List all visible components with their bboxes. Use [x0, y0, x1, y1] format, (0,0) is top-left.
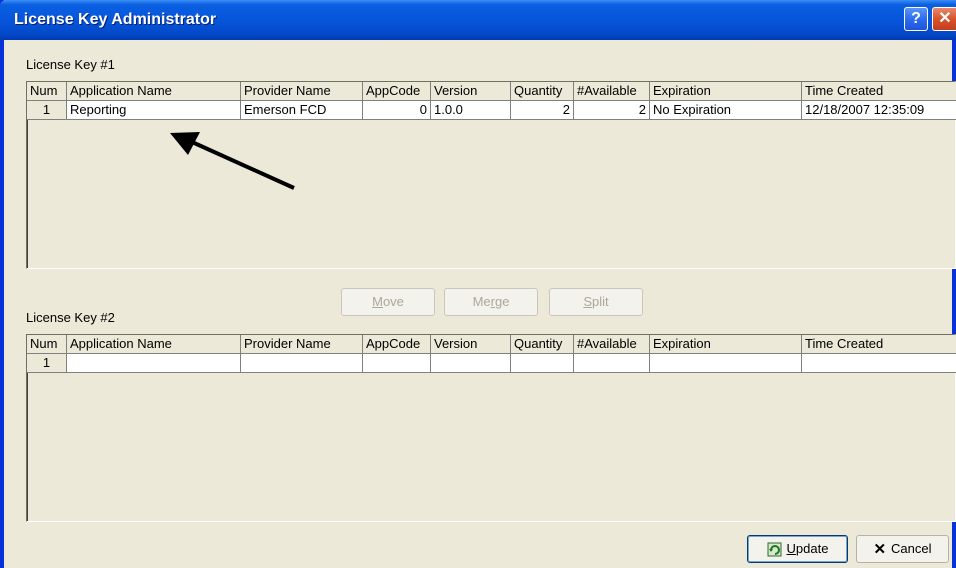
column-header-time-created[interactable]: Time Created	[802, 335, 956, 354]
update-button[interactable]: Update	[747, 535, 848, 563]
column-header-expiration[interactable]: Expiration	[650, 335, 802, 354]
merge-button[interactable]: Merge	[444, 288, 538, 316]
column-header-version[interactable]: Version	[431, 335, 511, 354]
license-key-2-grid[interactable]: Num Application Name Provider Name AppCo…	[26, 334, 956, 522]
cell-version[interactable]	[431, 354, 511, 373]
move-button[interactable]: Move	[341, 288, 435, 316]
cell-available[interactable]	[574, 354, 650, 373]
column-header-application-name[interactable]: Application Name	[67, 335, 241, 354]
split-button[interactable]: Split	[549, 288, 643, 316]
license-key-2-label: License Key #2	[26, 310, 115, 325]
cancel-button[interactable]: ✕ Cancel	[856, 535, 949, 563]
cell-quantity[interactable]	[511, 354, 574, 373]
grid-header: Num Application Name Provider Name AppCo…	[27, 335, 956, 354]
column-header-quantity[interactable]: Quantity	[511, 335, 574, 354]
column-header-appcode[interactable]: AppCode	[363, 335, 431, 354]
column-header-available[interactable]: #Available	[574, 335, 650, 354]
column-header-num[interactable]: Num	[27, 335, 67, 354]
cell-num: 1	[27, 354, 67, 373]
cell-time-created[interactable]	[802, 354, 956, 373]
cell-application-name[interactable]	[67, 354, 241, 373]
license-key-administrator-window: License Key Administrator ? ✕ License Ke…	[0, 0, 956, 568]
cell-appcode[interactable]	[363, 354, 431, 373]
column-header-provider-name[interactable]: Provider Name	[241, 335, 363, 354]
cancel-x-icon: ✕	[873, 540, 887, 558]
update-icon	[767, 542, 782, 557]
cell-provider-name[interactable]	[241, 354, 363, 373]
cell-expiration[interactable]	[650, 354, 802, 373]
table-row[interactable]: 1	[27, 354, 956, 373]
